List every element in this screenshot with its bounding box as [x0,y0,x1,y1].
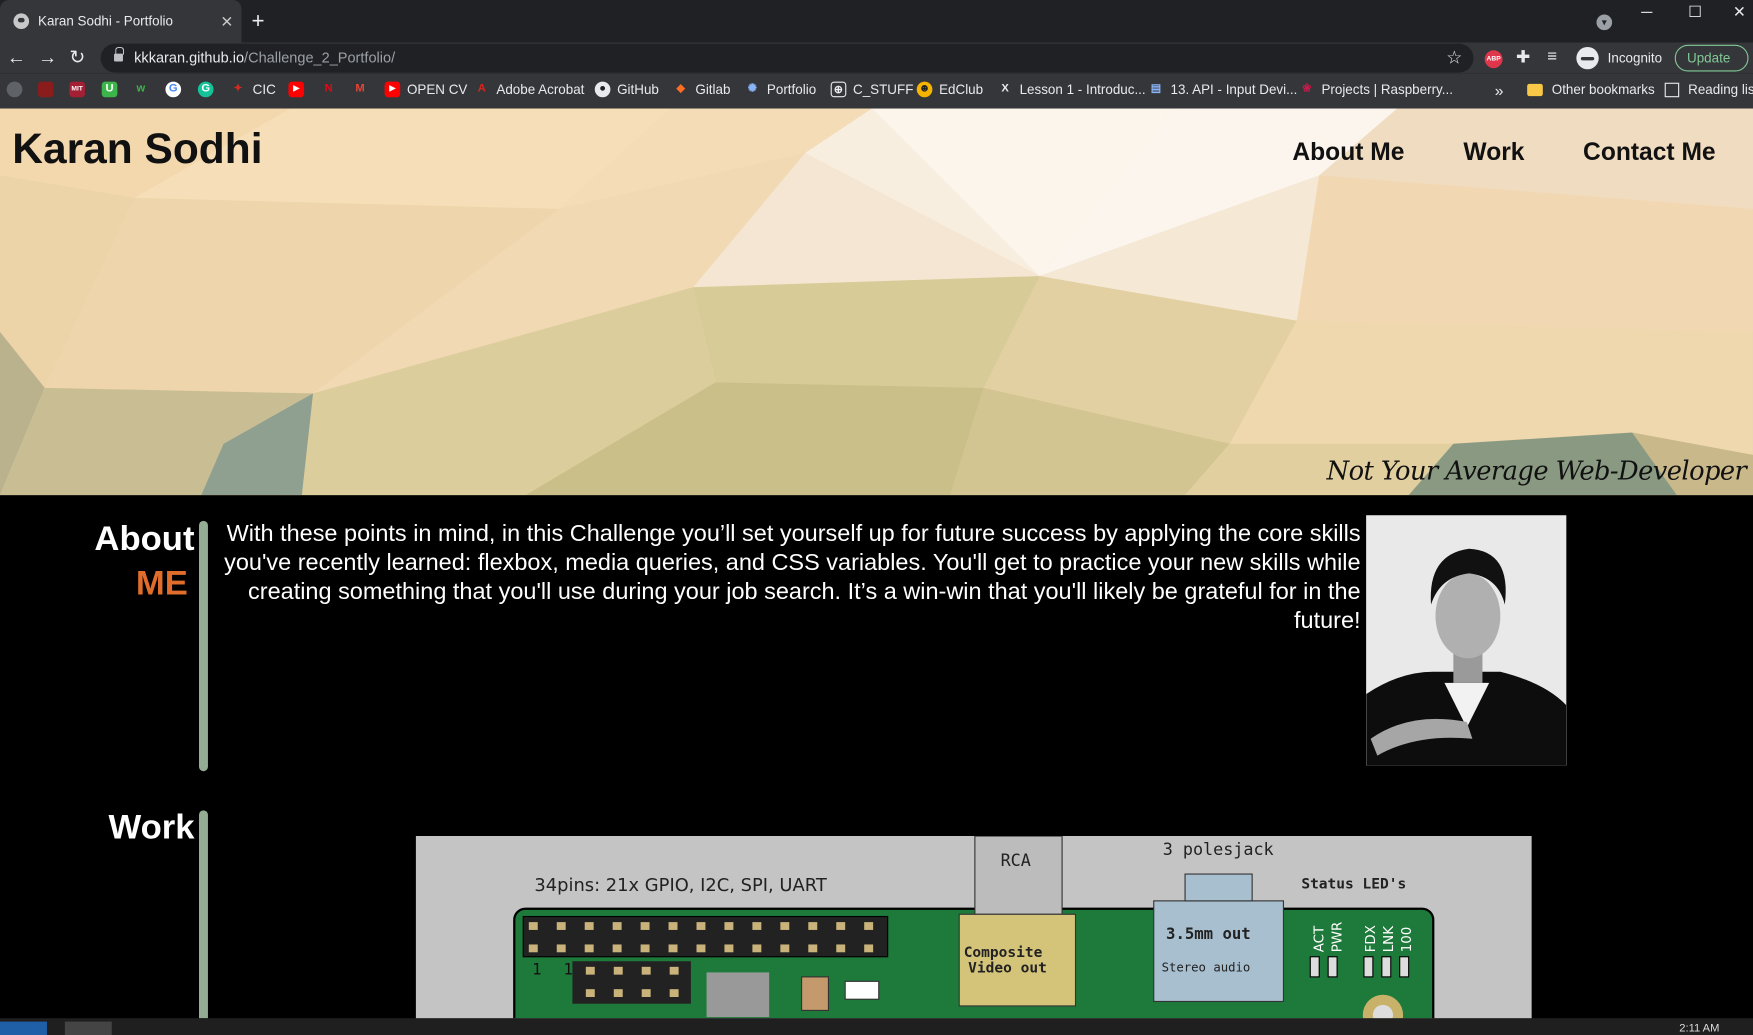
minimize-icon[interactable]: ─ [1641,2,1652,20]
bookmark-google-icon[interactable]: G [165,81,182,98]
svg-text:RCA: RCA [1001,850,1031,870]
os-taskbar: 2:11 AM [0,1018,1753,1035]
browser-tab[interactable]: Karan Sodhi - Portfolio ✕ [0,0,242,43]
about-divider-bar [199,520,208,772]
tab-search-icon[interactable]: ▾ [1596,14,1613,31]
bookmark-youtube-icon[interactable]: ▶ [288,81,305,98]
led-label: FDX [1364,925,1379,952]
gitlab-icon: ◆ [676,82,686,96]
about-heading: About ME [0,516,195,605]
tab-title: Karan Sodhi - Portfolio [38,13,173,30]
svg-text:1: 1 [532,960,541,979]
lock-icon [114,46,125,62]
alien-favicon-icon [13,13,30,30]
bookmark-projects[interactable]: ❀ Projects | Raspberry... [1299,82,1453,98]
bookmark-red-icon[interactable] [38,81,54,98]
bookmark-gitlab[interactable]: ◆ Gitlab [673,82,731,98]
profile-photo [1366,515,1567,766]
bookmark-star-icon[interactable]: ☆ [1446,47,1462,69]
start-icon[interactable] [0,1021,47,1035]
folder-icon [1527,83,1543,96]
about-paragraph: With these points in mind, in this Chall… [224,520,1361,634]
adblock-icon[interactable]: ABP [1484,50,1503,69]
svg-text:Composite: Composite [964,945,1043,961]
svg-text:1: 1 [563,960,572,979]
bookmark-reading-list[interactable]: Reading list [1664,82,1753,97]
led-label: 100 [1400,927,1415,953]
led-label: PWR [1331,922,1346,953]
page-viewport: Karan Sodhi About Me Work Contact Me Not… [0,108,1753,1019]
bookmark-cic[interactable]: ✦ CIC [230,82,275,98]
svg-text:Video out: Video out [968,960,1047,976]
svg-text:3.5mm out: 3.5mm out [1166,924,1251,943]
more-bookmarks-chevron-icon[interactable]: » [1495,82,1504,100]
led-label: LNK [1382,925,1397,952]
address-bar[interactable]: kkkaran.github.io/Challenge_2_Portfolio/… [100,43,1474,73]
bookmark-github[interactable]: ● GitHub [594,81,659,98]
media-queue-icon[interactable]: ≡ [1547,47,1557,66]
hero-header: Karan Sodhi About Me Work Contact Me Not… [0,108,1753,496]
bookmark-w-icon[interactable]: w [133,82,149,98]
nav-work[interactable]: Work [1463,137,1524,166]
back-arrow-icon[interactable]: ← [7,46,26,71]
bookmark-u-icon[interactable]: U [101,81,118,98]
maple-leaf-icon: ✦ [233,82,243,96]
bookmark-grammarly-icon[interactable]: G [197,81,214,98]
incognito-icon [1576,46,1599,70]
tagline: Not Your Average Web-Developer [1326,457,1747,487]
taskbar-app-icon[interactable] [121,1022,168,1035]
close-window-icon[interactable]: ✕ [1733,2,1746,21]
reading-list-icon [1664,82,1680,97]
bookmarks-bar: MIT U w G G ✦ CIC ▶ N M ▶ OPEN CV A Adobe A… [0,73,1753,109]
x-icon: X [1001,82,1009,96]
bookmark-gmail-icon[interactable]: M [352,82,368,98]
youtube-icon: ▶ [384,81,401,98]
about-heading-word: About [94,518,195,558]
svg-text:34pins: 21x GPIO, I2C, SPI, UA: 34pins: 21x GPIO, I2C, SPI, UART [534,875,826,896]
acrobat-icon: A [477,82,486,96]
site-title: Karan Sodhi [12,126,263,174]
bookmark-mit-icon[interactable]: MIT [69,81,85,98]
incognito-indicator[interactable]: Incognito [1576,45,1662,72]
bookmark-opencv[interactable]: ▶ OPEN CV [384,81,467,98]
nav-about-me[interactable]: About Me [1292,137,1404,166]
bookmark-other[interactable]: Other bookmarks [1527,82,1655,97]
new-tab-icon[interactable]: + [252,8,265,35]
about-heading-accent: ME [135,563,188,603]
bookmark-portfolio[interactable]: ✺ Portfolio [745,82,816,98]
tab-strip: Karan Sodhi - Portfolio ✕ + ▾ ─ ☐ ✕ [0,0,1753,43]
bookmark-lesson[interactable]: X Lesson 1 - Introduc... [997,82,1145,98]
edclub-icon: ☻ [916,81,933,98]
incognito-label: Incognito [1607,50,1663,66]
bookmark-c-stuff[interactable]: ⊕ C_STUFF [830,81,913,98]
reload-icon[interactable]: ↻ [69,46,85,71]
bookmark-adobe-acrobat[interactable]: A Adobe Acrobat [474,82,585,98]
work-heading: Work [108,806,195,847]
forward-arrow-icon[interactable]: → [38,46,57,71]
svg-text:Status LED's: Status LED's [1301,877,1406,893]
browser-toolbar: ← → ↻ kkkaran.github.io/Challenge_2_Port… [0,42,1753,91]
raspberry-pi-project-image[interactable]: RCA 3 polesjack 34pins: 21x GPIO, I2C, S… [415,836,1532,1019]
bookmark-api[interactable]: ▤ 13. API - Input Devi... [1148,82,1298,98]
c-stuff-icon: ⊕ [830,81,847,98]
taskbar-chrome-icon[interactable] [64,1021,112,1035]
svg-text:Stereo audio: Stereo audio [1162,960,1251,974]
bookmark-netflix-icon[interactable]: N [321,82,337,98]
taskbar-clock: 2:11 AM [1679,1022,1720,1035]
maximize-icon[interactable]: ☐ [1688,2,1702,21]
doc-icon: ▤ [1150,82,1162,96]
work-divider-bar [199,810,208,1019]
raspberry-icon: ❀ [1302,82,1312,96]
close-tab-icon[interactable]: ✕ [212,12,241,31]
github-icon: ● [594,81,611,98]
nav-contact-me[interactable]: Contact Me [1583,137,1716,166]
portfolio-icon: ✺ [747,82,758,96]
extensions-puzzle-icon[interactable]: ✚ [1516,47,1530,67]
svg-text:3 polesjack: 3 polesjack [1163,839,1274,859]
update-button[interactable]: Update ⋮ [1674,44,1749,91]
url-text: kkkaran.github.io/Challenge_2_Portfolio/ [134,49,396,66]
bookmark-generic-icon[interactable] [6,81,23,98]
bookmark-edclub[interactable]: ☻ EdClub [916,81,983,98]
led-label: ACT [1313,925,1328,952]
